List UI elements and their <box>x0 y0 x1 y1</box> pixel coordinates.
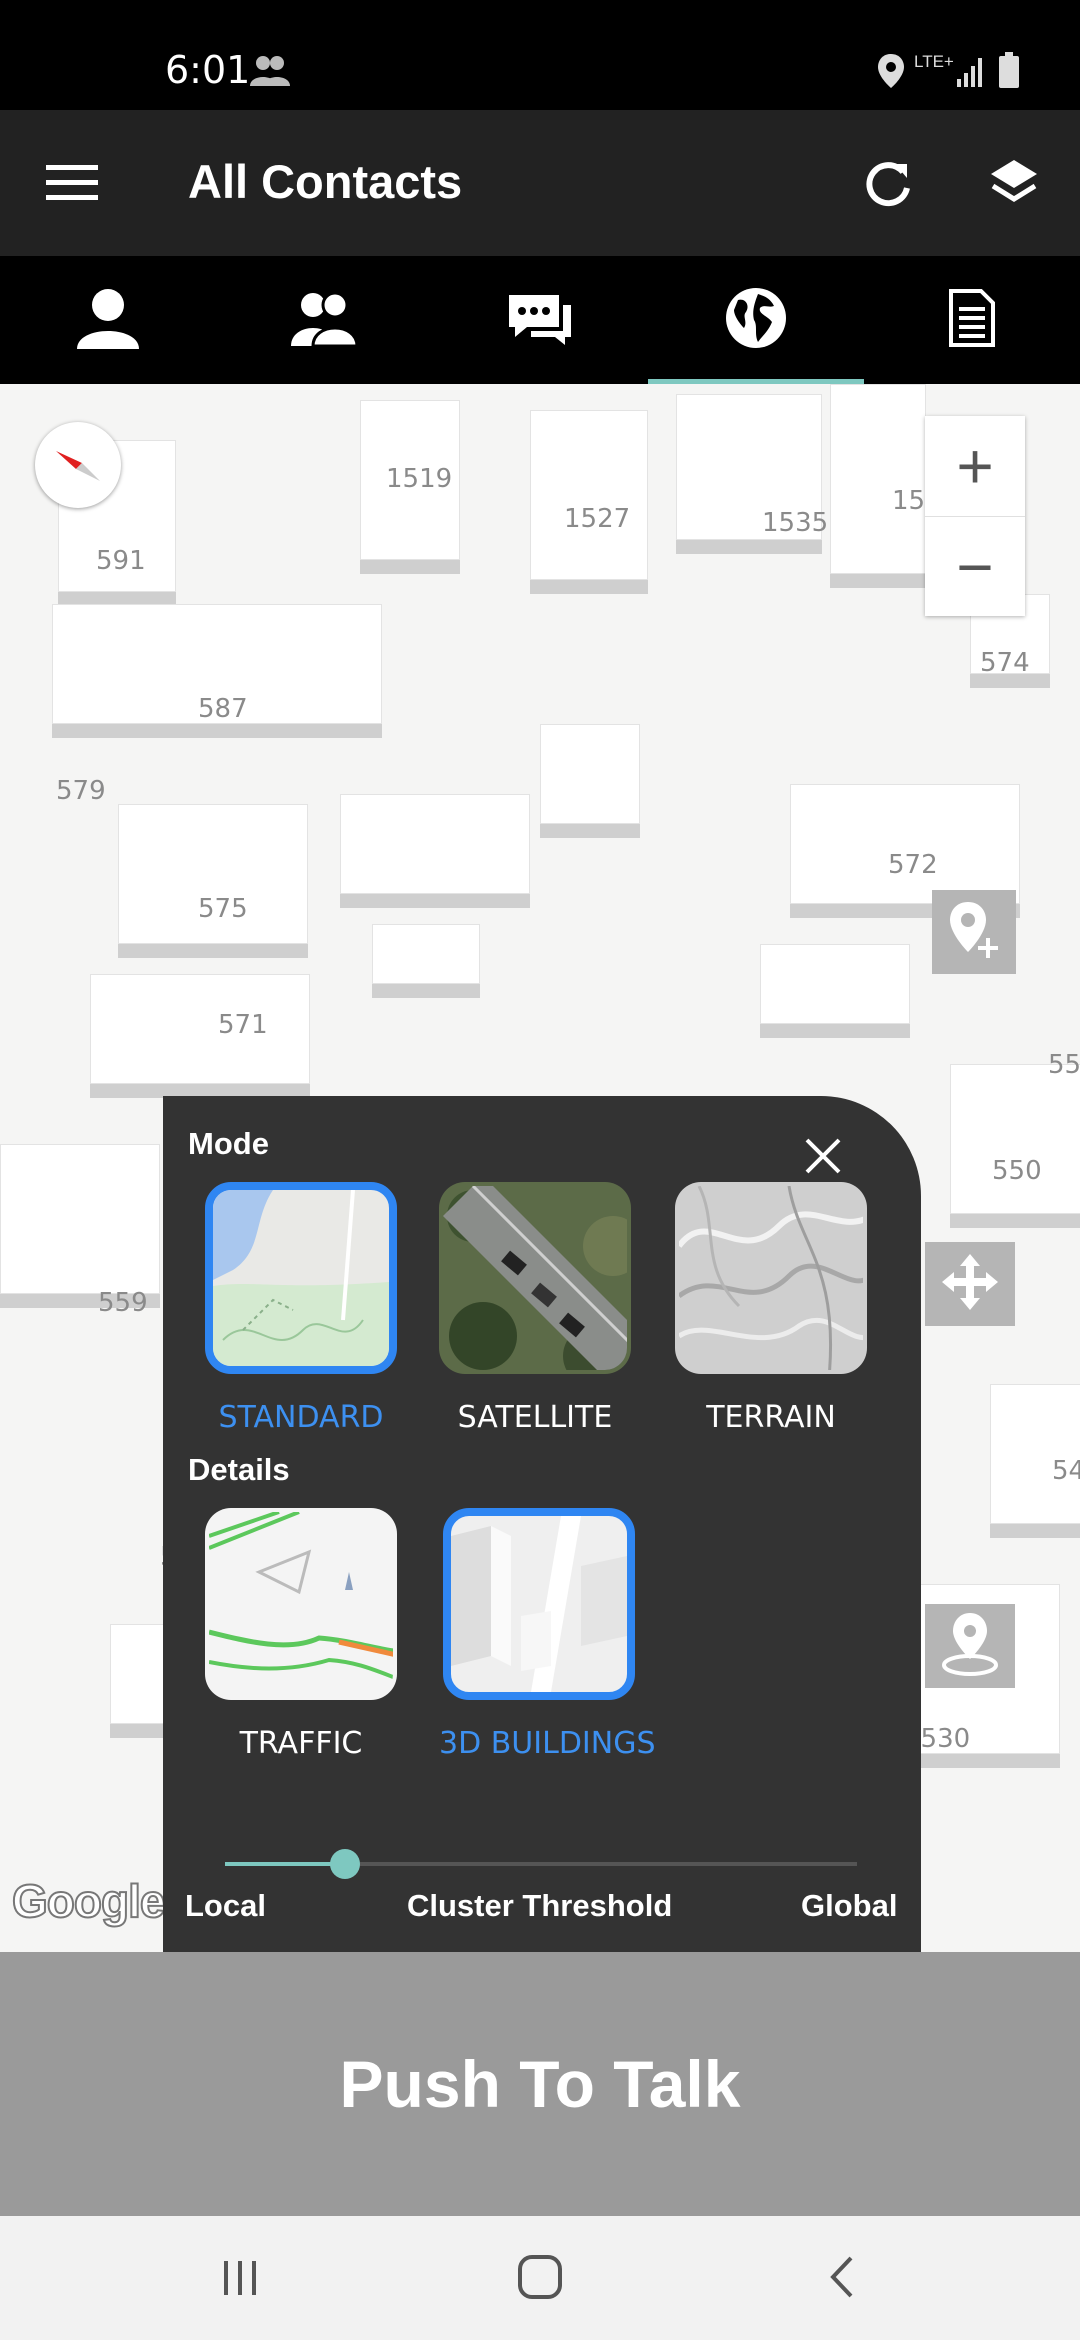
slider-thumb[interactable] <box>330 1849 361 1879</box>
building-label: 1535 <box>762 508 829 538</box>
zoom-out-button[interactable]: − <box>925 516 1025 616</box>
cluster-threshold-slider[interactable] <box>225 1849 857 1879</box>
building <box>950 1064 1080 1214</box>
my-location-button[interactable] <box>925 1604 1015 1688</box>
signal-icon <box>956 55 986 92</box>
building-label: 559 <box>98 1288 148 1318</box>
mode-heading: Mode <box>188 1126 269 1161</box>
home-icon <box>516 2253 564 2306</box>
3d-buildings-thumbnail <box>443 1508 635 1700</box>
tab-contacts[interactable] <box>0 256 216 384</box>
mode-satellite-option[interactable]: SATELLITE <box>435 1182 635 1435</box>
building <box>790 784 1020 904</box>
mode-terrain-option[interactable]: TERRAIN <box>671 1182 871 1435</box>
close-button[interactable] <box>793 1128 853 1188</box>
push-to-talk-button[interactable]: Push To Talk <box>0 1952 1080 2216</box>
building <box>530 410 648 580</box>
building-label: 574 <box>980 648 1030 678</box>
mode-terrain-label: TERRAIN <box>706 1400 836 1435</box>
mode-standard-option[interactable]: STANDARD <box>201 1182 401 1435</box>
zoom-controls: + − <box>925 416 1025 616</box>
menu-icon[interactable] <box>32 143 112 223</box>
building-label: 579 <box>56 776 106 806</box>
location-pin-icon <box>940 1611 1000 1682</box>
location-icon <box>876 52 906 95</box>
google-logo: Google <box>11 1874 166 1928</box>
status-bar: 6:01 LTE+ <box>0 0 1080 110</box>
slider-title: Cluster Threshold <box>407 1888 673 1923</box>
building-label: 55 <box>1048 1050 1080 1080</box>
tab-bar <box>0 256 1080 384</box>
building <box>990 1384 1080 1524</box>
terrain-map-thumbnail <box>675 1182 867 1374</box>
details-heading: Details <box>188 1452 290 1487</box>
building-label: 591 <box>96 546 146 576</box>
building <box>540 724 640 824</box>
layers-icon[interactable] <box>974 143 1054 223</box>
detail-3d-buildings-option[interactable]: 3D BUILDINGS <box>439 1508 656 1761</box>
building-label: 1527 <box>564 504 631 534</box>
building-label: 54 <box>1052 1456 1080 1486</box>
tab-groups[interactable] <box>216 256 432 384</box>
satellite-map-thumbnail <box>439 1182 631 1374</box>
add-pin-icon <box>946 898 1002 967</box>
building <box>372 924 480 984</box>
standard-map-thumbnail <box>205 1182 397 1374</box>
close-icon <box>803 1136 843 1181</box>
home-button[interactable] <box>500 2244 580 2314</box>
person-icon <box>75 285 141 356</box>
slider-max-label: Global <box>801 1888 898 1923</box>
globe-icon <box>724 286 788 355</box>
pan-button[interactable] <box>925 1242 1015 1326</box>
building <box>0 1144 160 1294</box>
move-arrows-icon <box>940 1252 1000 1317</box>
add-marker-button[interactable] <box>932 890 1016 974</box>
contacts-icon <box>248 52 292 93</box>
slider-min-label: Local <box>185 1888 266 1923</box>
tab-map[interactable] <box>648 256 864 384</box>
tab-messages[interactable] <box>432 256 648 384</box>
back-button[interactable] <box>802 2244 882 2314</box>
zoom-in-button[interactable]: + <box>925 416 1025 516</box>
detail-3d-buildings-label: 3D BUILDINGS <box>439 1726 656 1761</box>
document-icon <box>949 288 995 352</box>
mode-standard-label: STANDARD <box>218 1400 384 1435</box>
detail-traffic-label: TRAFFIC <box>239 1726 363 1761</box>
status-time: 6:01 <box>165 48 251 92</box>
compass-button[interactable] <box>35 422 121 508</box>
building-label: 550 <box>992 1156 1042 1186</box>
group-icon <box>289 288 359 353</box>
slider-fill <box>225 1862 346 1866</box>
page-title: All Contacts <box>188 155 463 208</box>
building-label: 587 <box>198 694 248 724</box>
building <box>760 944 910 1024</box>
building-label: 575 <box>198 894 248 924</box>
recents-icon <box>220 2257 260 2302</box>
tab-reports[interactable] <box>864 256 1080 384</box>
chat-icon <box>507 291 573 350</box>
back-icon <box>827 2254 857 2305</box>
detail-traffic-option[interactable]: TRAFFIC <box>201 1508 401 1761</box>
building <box>90 974 310 1084</box>
battery-icon <box>998 52 1020 93</box>
mode-satellite-label: SATELLITE <box>457 1400 613 1435</box>
building-label: 1519 <box>386 464 453 494</box>
building <box>830 384 926 574</box>
compass-icon <box>50 435 106 496</box>
network-type: LTE+ <box>914 52 954 71</box>
recents-button[interactable] <box>200 2244 280 2314</box>
building <box>110 1624 170 1724</box>
building-label: 572 <box>888 850 938 880</box>
map-layers-panel: Mode STANDARD SATELLITE TERRAIN Details … <box>163 1096 921 1952</box>
refresh-icon[interactable] <box>848 143 928 223</box>
traffic-thumbnail <box>205 1508 397 1700</box>
building <box>340 794 530 894</box>
app-bar: All Contacts <box>0 110 1080 256</box>
system-nav-bar <box>0 2216 1080 2340</box>
building-label: 571 <box>218 1010 268 1040</box>
